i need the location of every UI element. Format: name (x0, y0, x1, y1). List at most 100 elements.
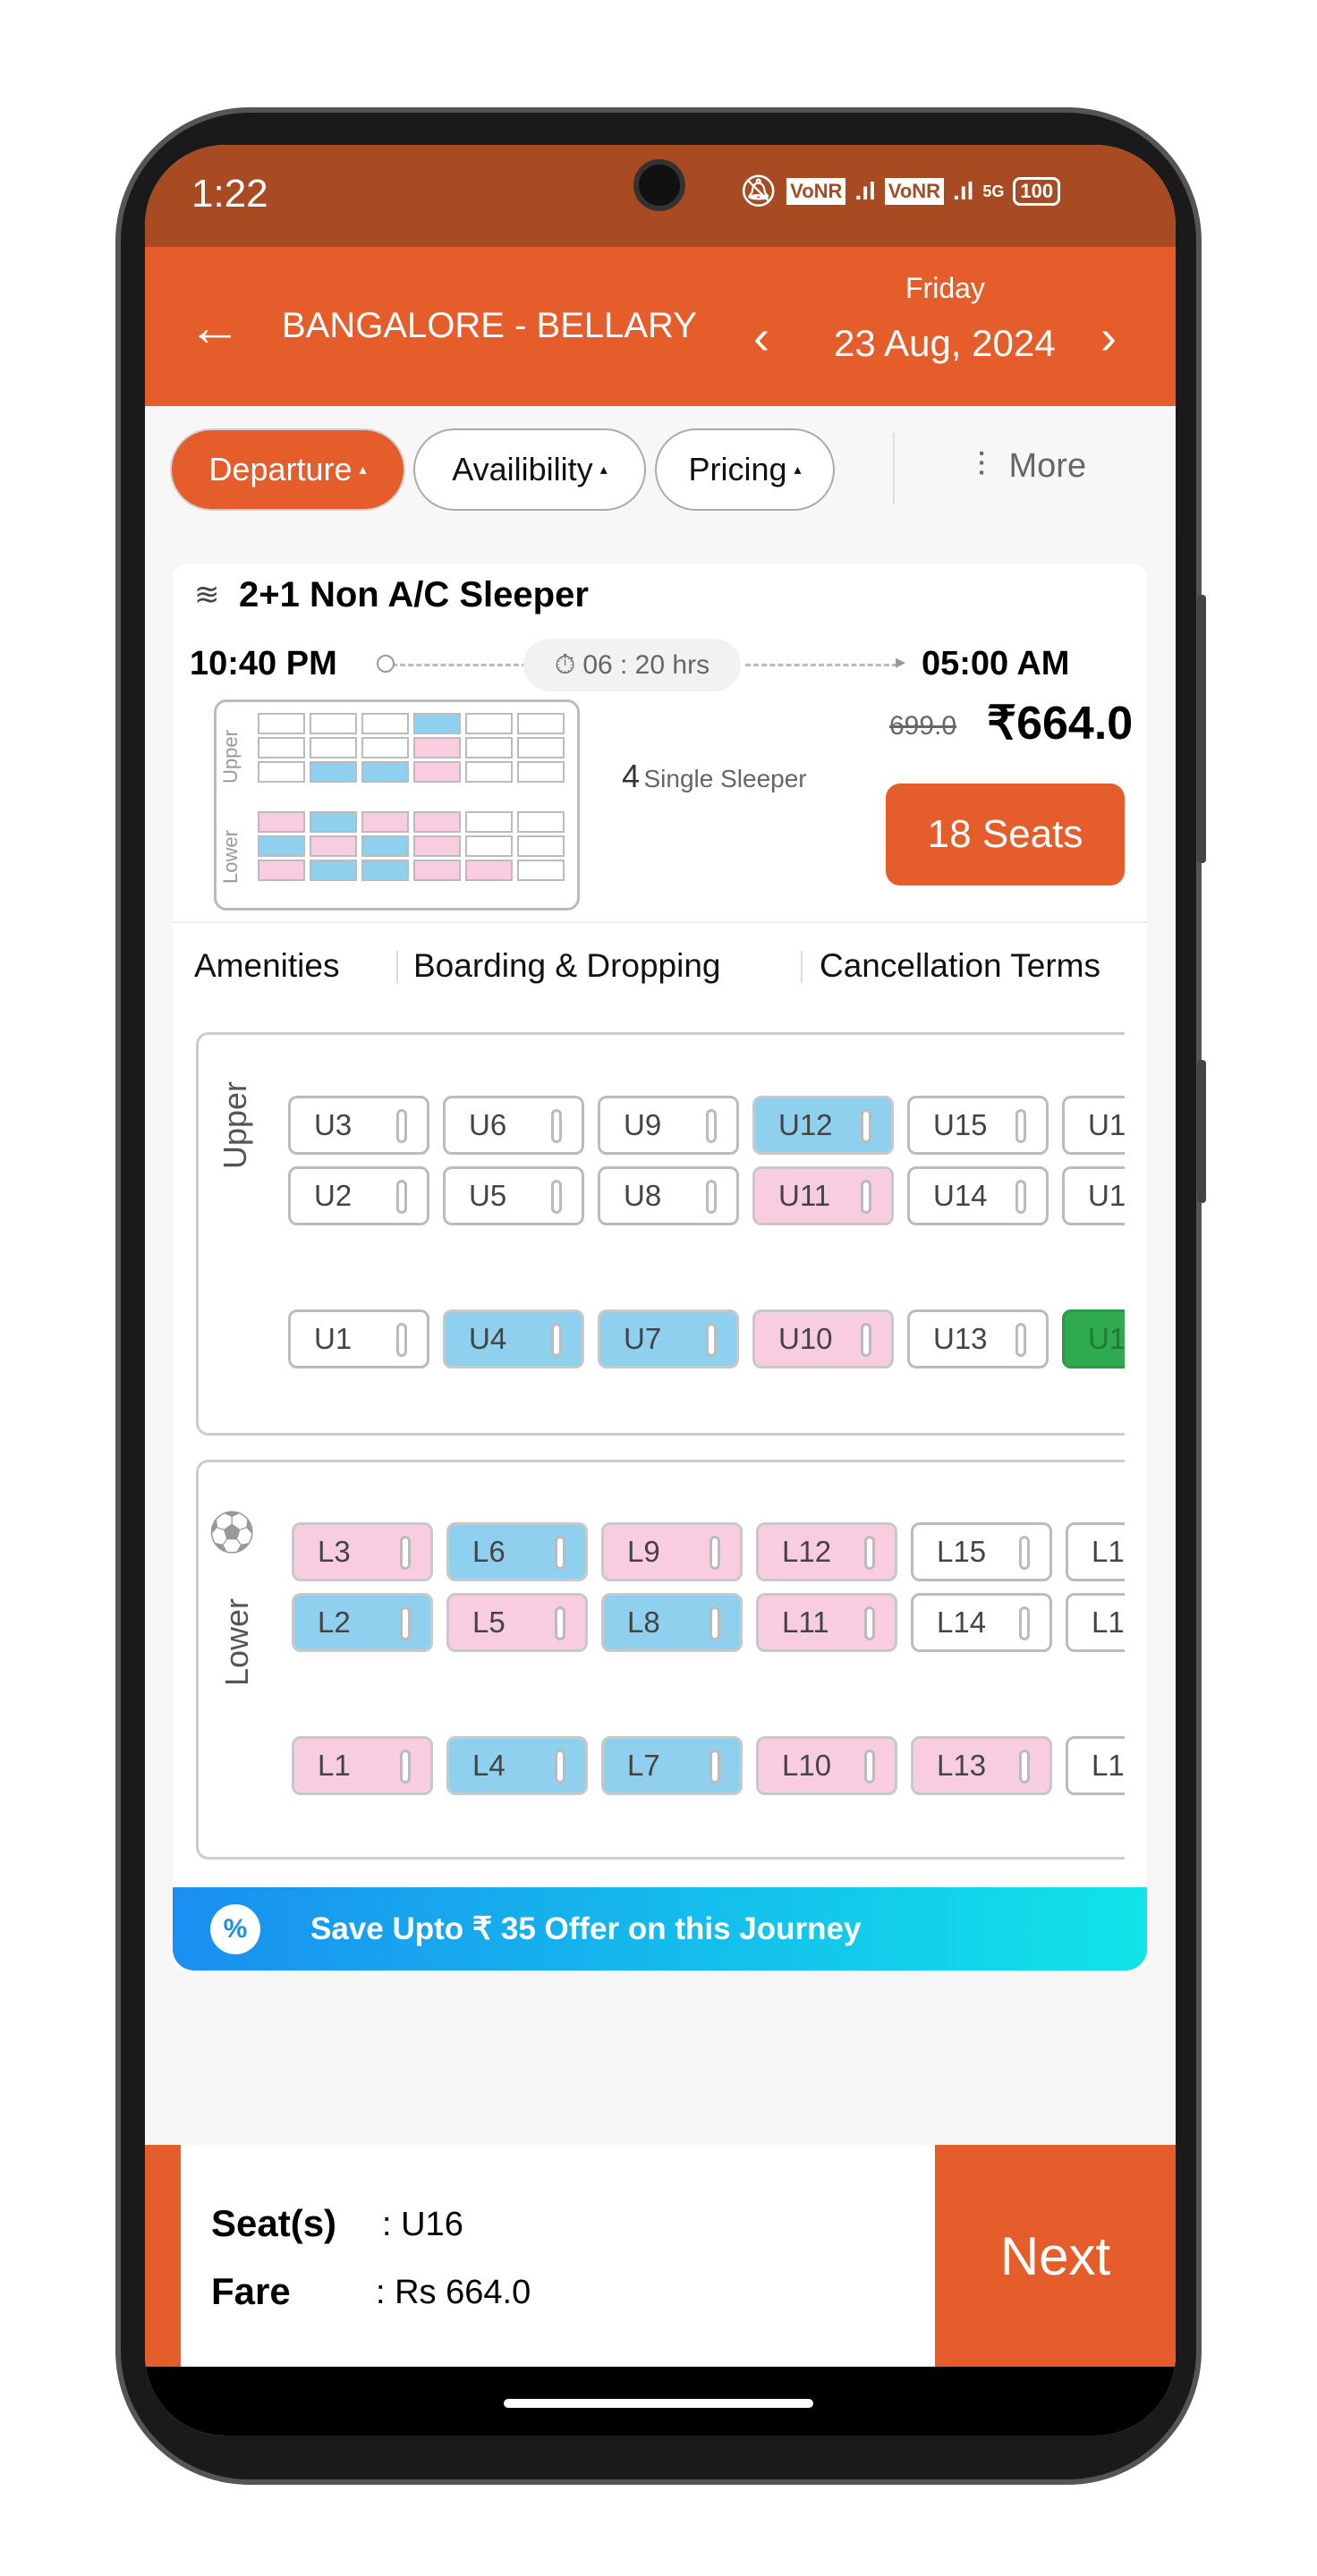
pillow-icon (396, 1109, 407, 1143)
minimap-cell (517, 761, 565, 783)
seat-u8[interactable]: U8 (598, 1166, 739, 1225)
seat-l4[interactable]: L4 (446, 1736, 588, 1795)
seat-label: U5 (469, 1179, 507, 1212)
seat-l3[interactable]: L3 (292, 1522, 433, 1581)
seat-u1[interactable]: U1 (288, 1309, 429, 1368)
seat-label: L18 (1092, 1535, 1125, 1568)
seat-l11[interactable]: L11 (756, 1593, 897, 1652)
seat-u5[interactable]: U5 (443, 1166, 584, 1225)
caret-up-icon: ▴ (794, 462, 802, 478)
seat-label: U4 (469, 1322, 507, 1355)
seat-minimap[interactable]: Upper Lower (214, 699, 580, 911)
seat-l10[interactable]: L10 (756, 1736, 897, 1795)
seat-u6[interactable]: U6 (443, 1096, 584, 1155)
minimap-cell (465, 811, 513, 833)
seat-u15[interactable]: U15 (907, 1096, 1049, 1155)
seat-l7[interactable]: L7 (601, 1736, 743, 1795)
tab-divider (396, 951, 398, 983)
tab-boarding-dropping[interactable]: Boarding & Dropping (413, 947, 721, 985)
seat-u17[interactable]: U17 (1062, 1166, 1125, 1225)
seat-u9[interactable]: U9 (598, 1096, 739, 1155)
seat-label: U9 (624, 1108, 662, 1141)
seat-l18[interactable]: L18 (1066, 1522, 1125, 1581)
seat-u4[interactable]: U4 (443, 1309, 584, 1368)
mute-bell-icon: 🔕︎ (739, 174, 778, 208)
seat-l15[interactable]: L15 (911, 1522, 1052, 1581)
minimap-cell (413, 761, 461, 783)
seat-l12[interactable]: L12 (756, 1522, 897, 1581)
seat-u7[interactable]: U7 (598, 1309, 739, 1368)
next-button[interactable]: Next (935, 2145, 1176, 2367)
seat-u11[interactable]: U11 (752, 1166, 894, 1225)
seat-u12[interactable]: U12 (752, 1096, 894, 1155)
filter-departure[interactable]: Departure ▴ (170, 428, 405, 511)
steering-wheel-icon: ⚽︎ (209, 1509, 254, 1559)
seat-label: L2 (318, 1606, 351, 1639)
seats-button[interactable]: 18 Seats (886, 784, 1125, 886)
seat-u3[interactable]: U3 (288, 1096, 429, 1155)
pillow-icon (555, 1536, 565, 1570)
pillow-icon (706, 1323, 717, 1357)
lower-deck-label: Lower (218, 1597, 256, 1687)
seat-l14[interactable]: L14 (911, 1593, 1052, 1652)
seat-label: U14 (933, 1179, 988, 1212)
minimap-cell (258, 811, 305, 833)
pillow-icon (1015, 1323, 1026, 1357)
more-filters-button[interactable]: ⫶ More (977, 447, 1086, 486)
minimap-cell (310, 811, 357, 833)
pillow-icon (864, 1606, 875, 1640)
seat-label: L17 (1092, 1606, 1125, 1639)
seats-value: : U16 (382, 2206, 463, 2243)
status-icons: 🔕︎ VoNR .ıl VoNR .ıl 5G 100 (739, 174, 1061, 209)
seat-l17[interactable]: L17 (1066, 1593, 1125, 1652)
seat-u10[interactable]: U10 (752, 1309, 894, 1368)
seat-label: U11 (778, 1179, 831, 1212)
pillow-icon (551, 1109, 562, 1143)
seat-u2[interactable]: U2 (288, 1166, 429, 1225)
seat-l16[interactable]: L16 (1066, 1736, 1125, 1795)
pillow-icon (706, 1180, 717, 1214)
filter-label: Availibility (452, 451, 593, 487)
caret-up-icon: ▴ (599, 462, 608, 478)
back-arrow-icon[interactable]: ← (188, 296, 242, 358)
tab-divider (801, 951, 803, 983)
tab-amenities[interactable]: Amenities (194, 947, 339, 985)
filter-availability[interactable]: Availibility ▴ (413, 428, 646, 511)
minimap-cell (465, 713, 513, 734)
seat-label: L11 (782, 1606, 829, 1639)
tab-cancellation-terms[interactable]: Cancellation Terms (820, 947, 1100, 985)
timeline-line (745, 664, 897, 666)
seat-l1[interactable]: L1 (292, 1736, 433, 1795)
next-date-chevron-icon[interactable]: › (1100, 309, 1117, 365)
minimap-cell (310, 835, 357, 857)
pillow-icon (1019, 1536, 1030, 1570)
selection-summary: Seat(s) : U16 Fare : Rs 664.0 (181, 2145, 935, 2367)
minimap-lower-label: Lower (218, 830, 242, 884)
seat-label: U18 (1088, 1108, 1125, 1141)
seat-label: L4 (472, 1749, 506, 1782)
prev-date-chevron-icon[interactable]: ‹ (753, 309, 769, 365)
seat-l6[interactable]: L6 (446, 1522, 588, 1581)
minimap-cell (310, 737, 357, 758)
seat-label: L5 (472, 1606, 506, 1639)
seat-u13[interactable]: U13 (907, 1309, 1049, 1368)
seat-u16[interactable]: U16 (1062, 1309, 1125, 1368)
seat-l5[interactable]: L5 (446, 1593, 588, 1652)
filter-pricing[interactable]: Pricing ▴ (655, 428, 835, 511)
seat-u14[interactable]: U14 (907, 1166, 1049, 1225)
seat-u18[interactable]: U18 (1062, 1096, 1125, 1155)
seat-l8[interactable]: L8 (601, 1593, 743, 1652)
seat-l13[interactable]: L13 (911, 1736, 1052, 1795)
seat-l2[interactable]: L2 (292, 1593, 433, 1652)
home-indicator[interactable] (504, 2399, 813, 2408)
pillow-icon (864, 1536, 875, 1570)
minimap-cell (361, 761, 409, 783)
minimap-cell (413, 860, 461, 881)
seat-label: U13 (933, 1322, 988, 1355)
pillow-icon (864, 1750, 875, 1784)
offer-banner[interactable]: % Save Upto ₹ 35 Offer on this Journey (173, 1887, 1147, 1970)
seat-l9[interactable]: L9 (601, 1522, 743, 1581)
seat-label: U16 (1088, 1322, 1125, 1355)
minimap-cell (465, 737, 513, 758)
seat-label: L16 (1092, 1749, 1125, 1782)
